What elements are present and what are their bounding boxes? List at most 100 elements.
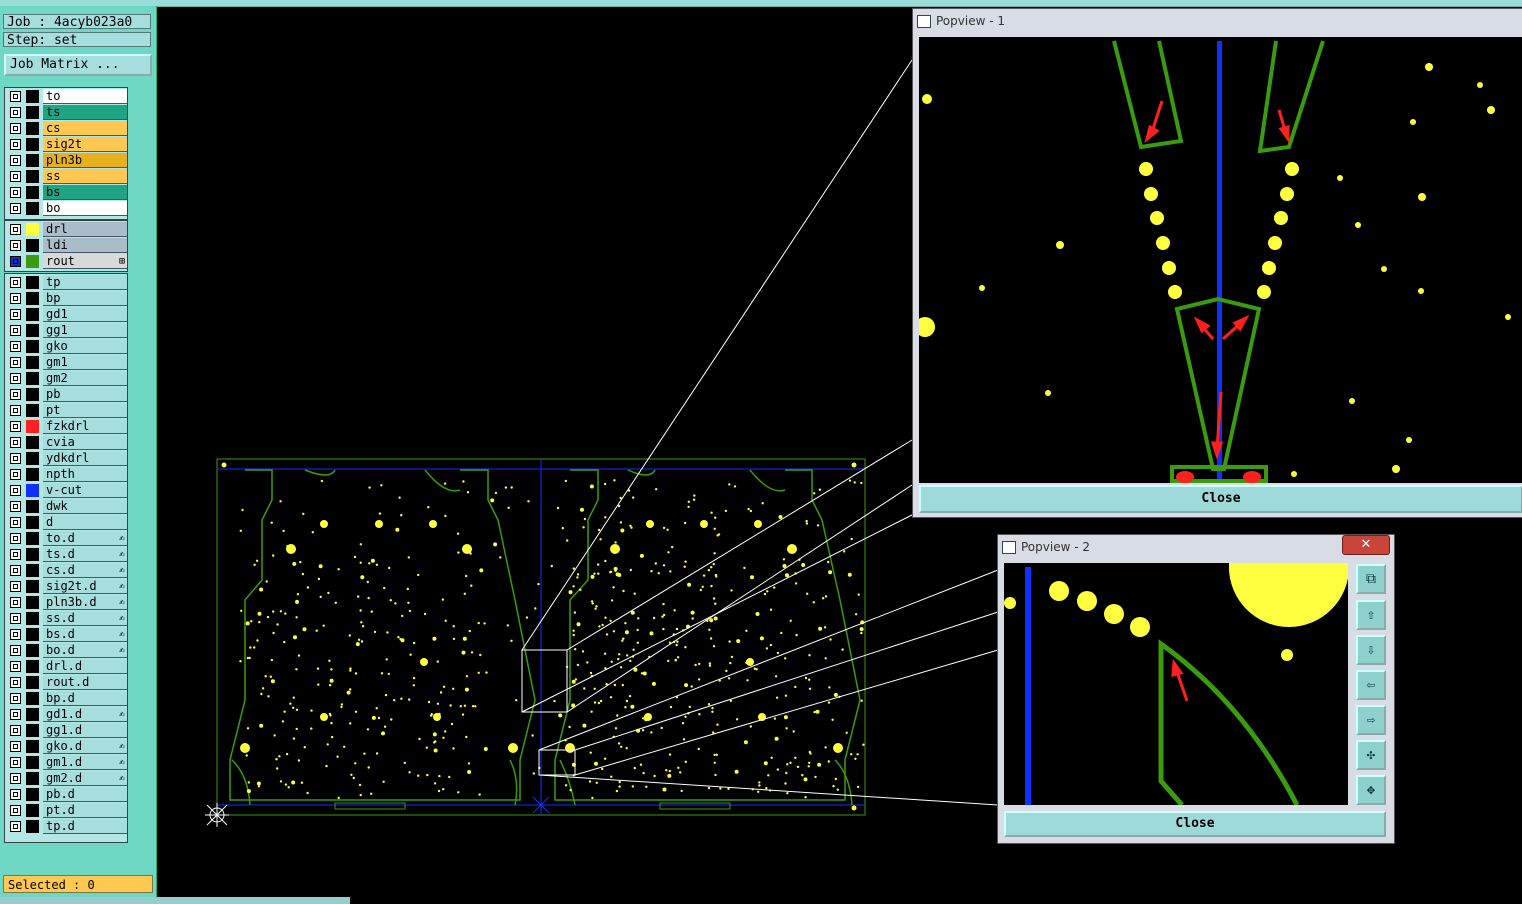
layer-row-cs-d[interactable]: cs.d ✍	[5, 563, 127, 578]
layer-checkbox[interactable]	[10, 773, 21, 784]
layer-color-swatch[interactable]	[26, 276, 39, 289]
layer-name[interactable]: v-cut	[43, 483, 127, 498]
layer-row-ldi[interactable]: ldi	[5, 238, 127, 253]
layer-color-swatch[interactable]	[26, 239, 39, 252]
layer-color-swatch[interactable]	[26, 356, 39, 369]
layer-checkbox[interactable]	[10, 613, 21, 624]
pan-left-icon[interactable]: ⇦	[1356, 670, 1386, 700]
layer-checkbox[interactable]	[10, 629, 21, 640]
layer-color-swatch[interactable]	[26, 154, 39, 167]
layer-color-swatch[interactable]	[26, 255, 39, 268]
layer-row-gm1-d[interactable]: gm1.d ✍	[5, 755, 127, 770]
layer-color-swatch[interactable]	[26, 122, 39, 135]
layer-row-pln3b-d[interactable]: pln3b.d ✍	[5, 595, 127, 610]
layer-checkbox[interactable]	[10, 373, 21, 384]
layer-checkbox[interactable]	[10, 821, 21, 832]
layer-name[interactable]: gd1	[43, 307, 127, 322]
layer-color-swatch[interactable]	[26, 772, 39, 785]
layer-name[interactable]: sig2t.d ✍	[43, 579, 127, 594]
layer-name[interactable]: pln3b	[43, 153, 127, 168]
layer-checkbox[interactable]	[10, 421, 21, 432]
layer-row-to[interactable]: to	[5, 89, 127, 104]
layer-color-swatch[interactable]	[26, 756, 39, 769]
layer-name[interactable]: drl.d	[43, 659, 127, 674]
pan-up-icon[interactable]: ⇧	[1356, 600, 1386, 630]
layer-checkbox[interactable]	[10, 757, 21, 768]
popview-2-close-button[interactable]: Close	[1004, 811, 1386, 837]
layer-color-swatch[interactable]	[26, 516, 39, 529]
layer-checkbox[interactable]	[10, 485, 21, 496]
layer-row-pln3b[interactable]: pln3b	[5, 153, 127, 168]
layer-checkbox[interactable]	[10, 437, 21, 448]
layer-name[interactable]: gg1.d	[43, 723, 127, 738]
layer-checkbox[interactable]	[10, 155, 21, 166]
layer-color-swatch[interactable]	[26, 676, 39, 689]
layer-row-tp[interactable]: tp	[5, 275, 127, 290]
layer-name[interactable]: ts	[43, 105, 127, 120]
layer-name[interactable]: gg1	[43, 323, 127, 338]
layer-name[interactable]: bs.d ✍	[43, 627, 127, 642]
layer-name[interactable]: gm1	[43, 355, 127, 370]
layer-checkbox[interactable]	[10, 549, 21, 560]
layer-row-dwk[interactable]: dwk	[5, 499, 127, 514]
layer-color-swatch[interactable]	[26, 500, 39, 513]
layer-checkbox[interactable]	[10, 325, 21, 336]
layer-color-swatch[interactable]	[26, 692, 39, 705]
zoom-region-1[interactable]	[521, 649, 568, 713]
layer-name[interactable]: ydkdrl	[43, 451, 127, 466]
layer-row-cvia[interactable]: cvia	[5, 435, 127, 450]
zoom-out-icon[interactable]: ✣	[1356, 740, 1386, 770]
layer-checkbox[interactable]	[10, 597, 21, 608]
layer-color-swatch[interactable]	[26, 292, 39, 305]
layer-name[interactable]: pt.d	[43, 803, 127, 818]
layer-name[interactable]: npth	[43, 467, 127, 482]
layer-row-d[interactable]: d	[5, 515, 127, 530]
layer-checkbox[interactable]	[10, 357, 21, 368]
layer-name[interactable]: pb	[43, 387, 127, 402]
layer-checkbox[interactable]	[10, 107, 21, 118]
layer-color-swatch[interactable]	[26, 740, 39, 753]
layer-color-swatch[interactable]	[26, 223, 39, 236]
layer-color-swatch[interactable]	[26, 708, 39, 721]
layer-name[interactable]: fzkdrl	[43, 419, 127, 434]
layer-color-swatch[interactable]	[26, 186, 39, 199]
zoom-fit-icon[interactable]: ⧉	[1356, 564, 1386, 594]
layer-name[interactable]: d	[43, 515, 127, 530]
layer-name[interactable]: ldi	[43, 238, 127, 253]
layer-checkbox[interactable]	[10, 123, 21, 134]
layer-row-v-cut[interactable]: v-cut	[5, 483, 127, 498]
layer-checkbox[interactable]	[10, 741, 21, 752]
layer-color-swatch[interactable]	[26, 90, 39, 103]
layer-row-bs[interactable]: bs	[5, 185, 127, 200]
layer-row-ss-d[interactable]: ss.d ✍	[5, 611, 127, 626]
layer-name[interactable]: ss	[43, 169, 127, 184]
layer-checkbox[interactable]	[10, 171, 21, 182]
layer-checkbox[interactable]	[10, 256, 21, 267]
layer-checkbox[interactable]	[10, 501, 21, 512]
layer-color-swatch[interactable]	[26, 804, 39, 817]
layer-row-sig2t[interactable]: sig2t	[5, 137, 127, 152]
layer-checkbox[interactable]	[10, 389, 21, 400]
layer-checkbox[interactable]	[10, 277, 21, 288]
layer-row-ts[interactable]: ts	[5, 105, 127, 120]
layer-checkbox[interactable]	[10, 805, 21, 816]
layer-row-sig2t-d[interactable]: sig2t.d ✍	[5, 579, 127, 594]
layer-name[interactable]: sig2t	[43, 137, 127, 152]
layer-row-bs-d[interactable]: bs.d ✍	[5, 627, 127, 642]
popview-1-canvas[interactable]	[919, 37, 1522, 483]
layer-name[interactable]: to.d ✍	[43, 531, 127, 546]
layer-name[interactable]: bo	[43, 201, 127, 216]
layer-color-swatch[interactable]	[26, 788, 39, 801]
layer-row-rout[interactable]: rout ⊞	[5, 254, 127, 269]
layer-name[interactable]: to	[43, 89, 127, 104]
layer-checkbox[interactable]	[10, 453, 21, 464]
layer-name[interactable]: gm2.d ✍	[43, 771, 127, 786]
layer-checkbox[interactable]	[10, 581, 21, 592]
layer-color-swatch[interactable]	[26, 820, 39, 833]
layer-row-gm1[interactable]: gm1	[5, 355, 127, 370]
layer-color-swatch[interactable]	[26, 170, 39, 183]
layer-name[interactable]: bs	[43, 185, 127, 200]
layer-row-to-d[interactable]: to.d ✍	[5, 531, 127, 546]
layer-name[interactable]: cvia	[43, 435, 127, 450]
layer-name[interactable]: pb.d	[43, 787, 127, 802]
